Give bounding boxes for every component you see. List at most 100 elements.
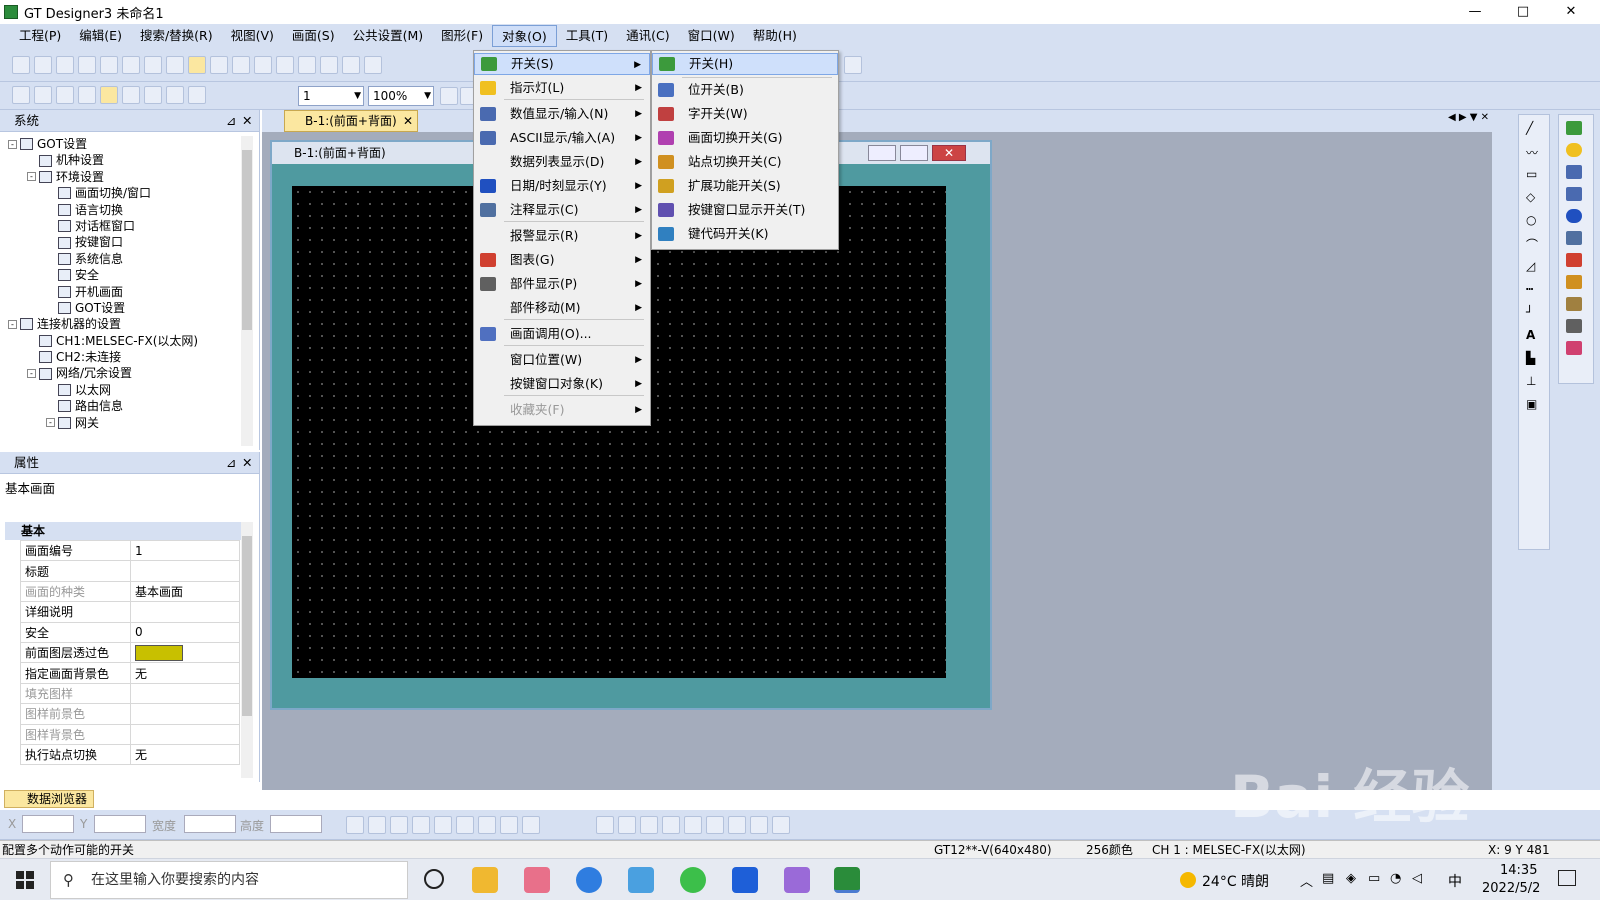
tray-chevron-icon[interactable]: ︿: [1300, 871, 1313, 890]
property-row[interactable]: 指定画面背景色无: [20, 662, 240, 684]
notification-icon[interactable]: [1558, 870, 1576, 886]
chart-tool-icon[interactable]: [1566, 341, 1582, 355]
fill-color-icon[interactable]: [706, 816, 724, 834]
tree-item[interactable]: 安全: [8, 267, 240, 283]
property-value[interactable]: 1: [130, 539, 240, 562]
redo-icon[interactable]: [166, 56, 184, 74]
object-menu-item[interactable]: 窗口位置(W) ▶: [474, 349, 650, 371]
property-row[interactable]: 画面编号 1: [20, 539, 240, 562]
circle-tool-icon[interactable]: ○: [1526, 213, 1542, 229]
document-tab[interactable]: B-1:(前面+背面) ✕: [284, 110, 418, 132]
object-menu-item[interactable]: 日期/时刻显示(Y) ▶: [474, 175, 650, 197]
pipe-tool-icon[interactable]: ┘: [1526, 305, 1542, 321]
library-icon[interactable]: [298, 56, 316, 74]
expand-toggle-icon[interactable]: [27, 336, 36, 345]
expand-toggle-icon[interactable]: [46, 271, 55, 280]
screen-minimize-button[interactable]: [868, 145, 896, 161]
app-s-icon[interactable]: [576, 867, 602, 893]
numeric-tool-icon[interactable]: [1566, 165, 1582, 179]
property-value[interactable]: 无: [130, 662, 240, 684]
image-tool-icon[interactable]: ▣: [1526, 397, 1542, 413]
object-menu-item[interactable]: 指示灯(L) ▶: [474, 77, 650, 99]
app-l-icon[interactable]: [732, 867, 758, 893]
switch-menu-item[interactable]: 位开关(B): [652, 79, 838, 101]
order-icon[interactable]: [522, 816, 540, 834]
property-value[interactable]: [130, 703, 240, 725]
property-row[interactable]: 安全 0: [20, 621, 240, 643]
tree-item[interactable]: 画面切换/窗口: [8, 185, 240, 201]
align-left-icon[interactable]: [346, 816, 364, 834]
paint-tool-icon[interactable]: ▙: [1526, 351, 1542, 367]
expand-toggle-icon[interactable]: [46, 386, 55, 395]
gt-designer-taskbar-icon[interactable]: [834, 867, 860, 893]
zoom-in-icon[interactable]: [440, 87, 458, 105]
tree-item[interactable]: - 网络/冗余设置: [8, 365, 240, 381]
switch-menu-item[interactable]: 字开关(W): [652, 103, 838, 125]
tree-item[interactable]: 以太网: [8, 382, 240, 398]
wechat-icon[interactable]: [680, 867, 706, 893]
alarm-tool-icon[interactable]: [1566, 297, 1582, 311]
object-menu-item[interactable]: 部件移动(M) ▶: [474, 297, 650, 319]
object-menu-item[interactable]: 报警显示(R) ▶: [474, 225, 650, 247]
expand-toggle-icon[interactable]: -: [8, 319, 17, 329]
property-value[interactable]: 无: [130, 743, 240, 766]
switch-menu-item[interactable]: 扩展功能开关(S): [652, 175, 838, 197]
tree-item[interactable]: CH2:未连接: [8, 349, 240, 365]
align-top-icon[interactable]: [412, 816, 430, 834]
expand-toggle-icon[interactable]: -: [27, 369, 36, 379]
menu-screen[interactable]: 画面(S): [283, 25, 344, 47]
pin-icon[interactable]: ⊿: [226, 110, 236, 132]
tray-shield-icon[interactable]: ◈: [1346, 871, 1356, 886]
property-value[interactable]: [130, 601, 240, 623]
menu-object[interactable]: 对象(O): [492, 25, 557, 47]
property-row[interactable]: 填充图样: [20, 682, 240, 705]
clock-time[interactable]: 14:35: [1500, 863, 1537, 878]
object-menu-item[interactable]: 数据列表显示(D) ▶: [474, 151, 650, 173]
menu-tools[interactable]: 工具(T): [557, 25, 617, 47]
text-tool-icon[interactable]: A: [1526, 328, 1542, 344]
tray-battery-icon[interactable]: ▭: [1368, 871, 1380, 886]
expand-toggle-icon[interactable]: [46, 238, 55, 247]
property-value[interactable]: 基本画面: [130, 580, 240, 603]
object-menu-item[interactable]: 图表(G) ▶: [474, 249, 650, 271]
tree-item[interactable]: 路由信息: [8, 398, 240, 414]
frame-color-icon[interactable]: [662, 816, 680, 834]
expand-toggle-icon[interactable]: [27, 353, 36, 362]
menu-window[interactable]: 窗口(W): [679, 25, 744, 47]
system-tree-scrollbar[interactable]: [241, 136, 253, 446]
object-menu-item[interactable]: 数值显示/输入(N) ▶: [474, 103, 650, 125]
back-icon[interactable]: [56, 86, 74, 104]
minimize-button[interactable]: —: [1452, 0, 1498, 24]
tree-item[interactable]: 对话框窗口: [8, 218, 240, 234]
rectangle-select-icon[interactable]: [144, 86, 162, 104]
menu-view[interactable]: 视图(V): [222, 25, 283, 47]
switch-tool-icon[interactable]: [1566, 121, 1582, 135]
menu-project[interactable]: 工程(P): [10, 25, 70, 47]
transfer-icon[interactable]: [844, 56, 862, 74]
expand-toggle-icon[interactable]: [46, 205, 55, 214]
tab-scroll-icon[interactable]: ◀ ▶ ▼ ✕: [1448, 112, 1489, 123]
ime-indicator[interactable]: 中: [1448, 871, 1462, 891]
line-tool-icon[interactable]: ╱: [1526, 121, 1542, 137]
comment-tool-icon[interactable]: [1566, 231, 1582, 245]
new-file-icon[interactable]: [12, 56, 30, 74]
windows-start-icon[interactable]: [16, 871, 34, 889]
line-width-icon[interactable]: [618, 816, 636, 834]
properties-scrollbar[interactable]: [241, 522, 253, 778]
sector-tool-icon[interactable]: ◿: [1526, 259, 1542, 275]
image-icon[interactable]: [364, 56, 382, 74]
property-value[interactable]: [130, 682, 240, 705]
help-icon[interactable]: [210, 56, 228, 74]
expand-toggle-icon[interactable]: -: [8, 139, 17, 149]
object-menu-item[interactable]: 按键窗口对象(K) ▶: [474, 373, 650, 395]
align-middle-icon[interactable]: [434, 816, 452, 834]
y-input[interactable]: [94, 815, 146, 833]
expand-toggle-icon[interactable]: [46, 402, 55, 411]
menu-search-replace[interactable]: 搜索/替换(R): [131, 25, 222, 47]
menu-figure[interactable]: 图形(F): [432, 25, 492, 47]
pattern-icon[interactable]: [684, 816, 702, 834]
layer-icon[interactable]: [100, 86, 118, 104]
section-basic[interactable]: 基本: [5, 522, 241, 540]
expand-toggle-icon[interactable]: [46, 222, 55, 231]
maximize-button[interactable]: □: [1500, 0, 1546, 24]
